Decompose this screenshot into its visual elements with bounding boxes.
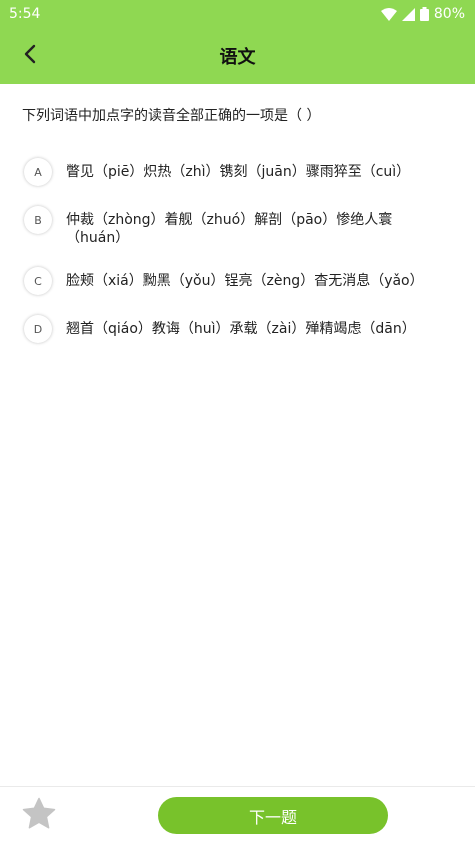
option-b[interactable]: B 仲裁（zhòng）着舰（zhuó）解剖（pāo）惨绝人寰（huán） [24,206,454,247]
option-letter: B [24,206,52,234]
option-text: 仲裁（zhòng）着舰（zhuó）解剖（pāo）惨绝人寰（huán） [66,212,393,246]
wifi-icon [380,7,397,21]
next-question-button[interactable]: 下一题 [158,797,388,834]
question-text: 下列词语中加点字的读音全部正确的一项是（ ） [22,108,321,124]
star-icon [21,797,57,835]
status-icons: 80% [380,6,465,22]
battery-icon [419,7,429,21]
option-text: 瞥见（piē）炽热（zhì）镌刻（juān）骤雨猝至（cuì） [66,164,411,180]
option-a[interactable]: A 瞥见（piē）炽热（zhì）镌刻（juān）骤雨猝至（cuì） [24,158,454,186]
option-letter: D [24,315,52,343]
app-header: 语文 [0,28,475,84]
battery-percent: 80% [433,6,465,22]
options-list: A 瞥见（piē）炽热（zhì）镌刻（juān）骤雨猝至（cuì） B 仲裁（z… [24,158,454,363]
back-button[interactable] [14,40,46,72]
option-c[interactable]: C 脸颊（xiá）黝黑（yǒu）锃亮（zèng）杳无消息（yǎo） [24,267,454,295]
favorite-button[interactable] [20,797,58,835]
signal-icon [401,7,415,21]
option-d[interactable]: D 翘首（qiáo）教诲（huì）承载（zài）殚精竭虑（dān） [24,315,454,343]
chevron-left-icon [23,44,37,68]
status-time: 5:54 [9,6,41,22]
bottom-bar: 下一题 [0,786,475,844]
app-screen: 5:54 80% 语文 下列词语中加点字的读音全部正确的一项是（ ） A 瞥见（… [0,0,475,844]
option-text: 翘首（qiáo）教诲（huì）承载（zài）殚精竭虑（dān） [66,321,416,337]
option-text: 脸颊（xiá）黝黑（yǒu）锃亮（zèng）杳无消息（yǎo） [66,273,424,289]
status-bar: 5:54 80% [0,0,475,28]
option-letter: C [24,267,52,295]
option-letter: A [24,158,52,186]
page-title: 语文 [219,47,256,68]
